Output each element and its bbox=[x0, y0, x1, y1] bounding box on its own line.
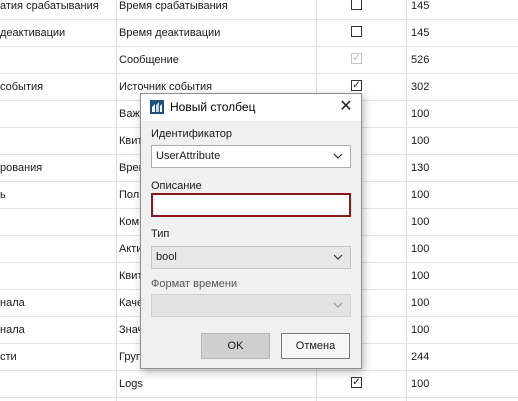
table-cell-header: Logs bbox=[119, 378, 143, 390]
chevron-down-icon[interactable] bbox=[332, 251, 344, 263]
table-row[interactable]: Logs ✓ 100 bbox=[0, 371, 518, 398]
table-cell-width: 526 bbox=[411, 54, 430, 66]
table-cell-name bbox=[0, 371, 114, 397]
table-cell-name bbox=[0, 101, 114, 127]
identifier-value: UserAttribute bbox=[156, 150, 221, 162]
table-cell-width: 145 bbox=[411, 0, 430, 12]
cancel-button[interactable]: Отмена bbox=[281, 333, 350, 359]
visible-checkbox[interactable]: ✓ bbox=[351, 80, 362, 91]
table-cell-width: 302 bbox=[411, 81, 430, 93]
table-cell-name bbox=[0, 209, 114, 235]
time-format-combobox bbox=[151, 294, 351, 317]
table-cell-width: 100 bbox=[411, 378, 430, 390]
table-row[interactable]: Сообщение ✓ 526 bbox=[0, 47, 518, 74]
visible-checkbox[interactable] bbox=[351, 0, 362, 10]
table-cell-header: Время срабатывания bbox=[119, 0, 228, 12]
type-value: bool bbox=[156, 251, 177, 263]
description-input[interactable] bbox=[151, 193, 351, 217]
table-cell-name bbox=[0, 128, 114, 154]
table-row[interactable]: деактивации Время деактивации 145 bbox=[0, 20, 518, 47]
table-cell-header: Сообщение bbox=[119, 54, 179, 66]
type-label: Тип bbox=[151, 228, 170, 240]
close-icon[interactable]: ✕ bbox=[339, 98, 352, 115]
table-cell-name: сти bbox=[0, 351, 17, 363]
table-cell-name: ь bbox=[0, 189, 6, 201]
table-cell-name: атия срабатывания bbox=[0, 0, 99, 12]
table-cell-name: нала bbox=[0, 324, 25, 336]
identifier-combobox[interactable]: UserAttribute bbox=[151, 145, 351, 168]
table-cell-name bbox=[0, 47, 114, 73]
visible-checkbox: ✓ bbox=[351, 53, 362, 64]
table-cell-name bbox=[0, 236, 114, 262]
time-format-label: Формат времени bbox=[151, 278, 238, 290]
table-cell-width: 100 bbox=[411, 216, 430, 228]
column-divider bbox=[406, 0, 407, 401]
table-cell-width: 100 bbox=[411, 243, 430, 255]
visible-checkbox[interactable] bbox=[351, 26, 362, 37]
table-cell-width: 130 bbox=[411, 162, 430, 174]
table-cell-header: Время деактивации bbox=[119, 27, 221, 39]
identifier-label: Идентификатор bbox=[151, 128, 232, 140]
table-cell-width: 100 bbox=[411, 270, 430, 282]
chevron-down-icon[interactable] bbox=[332, 150, 344, 162]
table-cell-width: 100 bbox=[411, 324, 430, 336]
table-cell-name: рования bbox=[0, 162, 43, 174]
table-cell-name: деактивации bbox=[0, 27, 66, 39]
table-row[interactable]: атия срабатывания Время срабатывания 145 bbox=[0, 0, 518, 20]
table-cell-name bbox=[0, 263, 114, 289]
table-cell-width: 145 bbox=[411, 27, 430, 39]
visible-checkbox[interactable]: ✓ bbox=[351, 377, 362, 388]
new-column-dialog: Новый столбец ✕ Идентификатор UserAttrib… bbox=[140, 93, 362, 369]
table-cell-width: 100 bbox=[411, 135, 430, 147]
dialog-titlebar: Новый столбец ✕ bbox=[141, 94, 361, 121]
table-cell-name: нала bbox=[0, 297, 25, 309]
table-cell-width: 100 bbox=[411, 189, 430, 201]
table-cell-width: 100 bbox=[411, 297, 430, 309]
close-button[interactable]: ✕ bbox=[335, 97, 357, 117]
app-logo-icon bbox=[150, 100, 164, 114]
ok-button[interactable]: OK bbox=[201, 333, 270, 359]
description-label: Описание bbox=[151, 180, 202, 192]
column-divider bbox=[116, 0, 117, 401]
table-cell-width: 244 bbox=[411, 351, 430, 363]
dialog-title: Новый столбец bbox=[170, 100, 256, 114]
chevron-down-icon bbox=[333, 302, 343, 308]
type-combobox[interactable]: bool bbox=[151, 246, 351, 269]
table-cell-width: 100 bbox=[411, 108, 430, 120]
table-cell-name: события bbox=[0, 81, 44, 93]
